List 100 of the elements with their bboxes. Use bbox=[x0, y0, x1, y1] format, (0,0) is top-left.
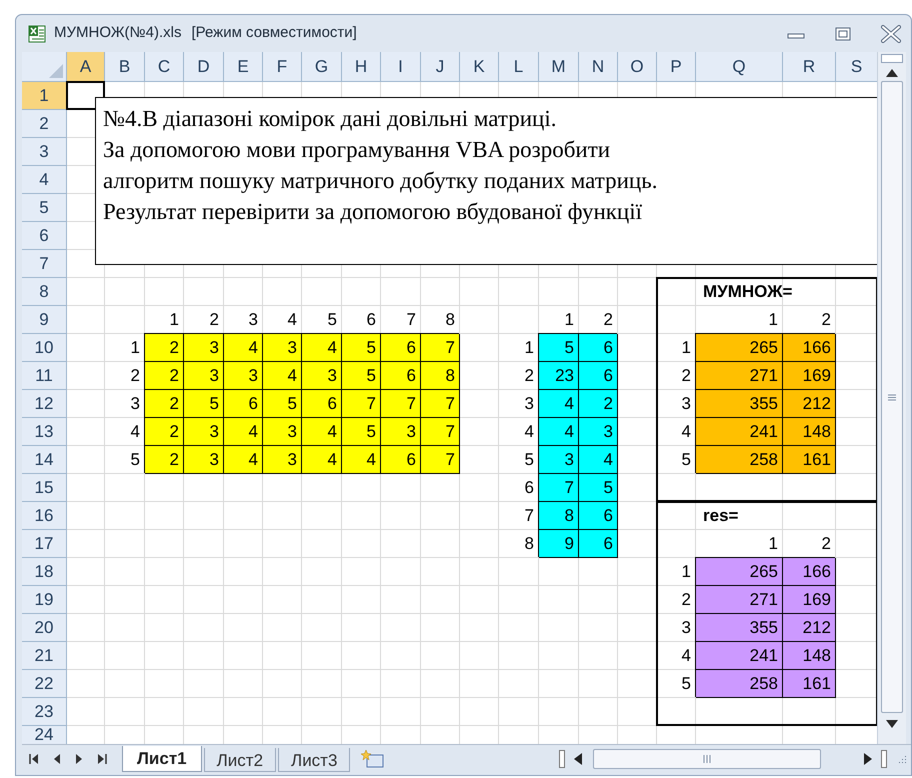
table-cell-text: 4 bbox=[680, 645, 692, 668]
row-header[interactable]: 4 bbox=[22, 166, 67, 194]
table-cell: 2 bbox=[579, 390, 618, 418]
row-header[interactable]: 11 bbox=[22, 362, 67, 390]
row-header[interactable]: 22 bbox=[22, 670, 67, 698]
table-cell: 3 bbox=[224, 362, 263, 390]
column-header[interactable]: M bbox=[539, 52, 579, 82]
row-header[interactable]: 9 bbox=[22, 306, 67, 334]
table-cell: 2 bbox=[145, 334, 184, 362]
row-header[interactable]: 17 bbox=[22, 530, 67, 558]
table-cell-text: 2 bbox=[680, 589, 692, 612]
column-header[interactable]: K bbox=[460, 52, 499, 82]
row-header[interactable]: 16 bbox=[22, 502, 67, 530]
column-header[interactable]: F bbox=[263, 52, 302, 82]
column-header[interactable]: G bbox=[302, 52, 342, 82]
table-cell-text: 1 bbox=[168, 309, 180, 332]
instruction-text: За допомогою мови програмування VBA розробити bbox=[103, 136, 610, 164]
table-cell: 161 bbox=[783, 446, 836, 474]
table-cell-text: 2 bbox=[680, 365, 692, 388]
table-cell: 169 bbox=[783, 362, 836, 390]
previous-sheet-icon[interactable] bbox=[52, 752, 62, 764]
row-header[interactable]: 3 bbox=[22, 138, 67, 166]
column-header[interactable]: N bbox=[579, 52, 618, 82]
row-header[interactable]: 10 bbox=[22, 334, 67, 362]
close-icon[interactable] bbox=[881, 24, 901, 42]
table-cell: 6 bbox=[579, 502, 618, 530]
table-cell: 5 bbox=[539, 334, 579, 362]
column-header[interactable]: D bbox=[184, 52, 224, 82]
table-cell-text: 1 bbox=[524, 337, 535, 360]
vertical-split-handle[interactable] bbox=[881, 750, 887, 768]
sheet-tab[interactable]: Лист1 bbox=[122, 746, 202, 772]
instruction-text: алгоритм пошуку матричного добутку поданих матриць. bbox=[103, 167, 658, 195]
table-cell: 8 bbox=[539, 502, 579, 530]
column-header[interactable]: A bbox=[67, 52, 105, 82]
table-cell-text: 1 bbox=[680, 561, 692, 584]
row-header[interactable]: 5 bbox=[22, 194, 67, 222]
table-cell: 3 bbox=[184, 334, 224, 362]
sheet-tab[interactable]: Лист3 bbox=[278, 748, 350, 772]
table-cell: 148 bbox=[783, 642, 836, 670]
table-cell: 148 bbox=[783, 418, 836, 446]
table-cell: 23 bbox=[539, 362, 579, 390]
column-header[interactable]: S bbox=[836, 52, 877, 82]
table-cell: 7 bbox=[381, 390, 421, 418]
first-sheet-icon[interactable] bbox=[28, 752, 40, 764]
table-cell: 4 bbox=[224, 446, 263, 474]
table-cell: 265 bbox=[696, 558, 783, 586]
column-header[interactable]: O bbox=[618, 52, 657, 82]
column-header[interactable]: H bbox=[342, 52, 381, 82]
column-header[interactable]: Q bbox=[696, 52, 783, 82]
row-header[interactable]: 23 bbox=[22, 698, 67, 726]
row-header[interactable]: 15 bbox=[22, 474, 67, 502]
table-cell-text: 1 bbox=[130, 337, 141, 360]
table-cell: 2 bbox=[145, 362, 184, 390]
scroll-right-icon[interactable] bbox=[863, 752, 873, 766]
row-header[interactable]: 2 bbox=[22, 110, 67, 138]
column-header[interactable]: C bbox=[145, 52, 184, 82]
table-cell: 6 bbox=[579, 334, 618, 362]
row-header[interactable]: 14 bbox=[22, 446, 67, 474]
horizontal-scrollbar-thumb[interactable] bbox=[593, 748, 821, 768]
resize-grip-icon[interactable] bbox=[897, 754, 907, 764]
split-box[interactable] bbox=[881, 54, 903, 63]
table-cell-text: 1 bbox=[768, 533, 779, 556]
row-header[interactable]: 13 bbox=[22, 418, 67, 446]
table-cell: 355 bbox=[696, 614, 783, 642]
row-header[interactable]: 24 bbox=[22, 726, 67, 744]
scroll-up-icon[interactable] bbox=[885, 68, 899, 78]
table-cell: 4 bbox=[224, 418, 263, 446]
table-cell: 7 bbox=[421, 446, 460, 474]
column-header[interactable]: E bbox=[224, 52, 263, 82]
last-sheet-icon[interactable] bbox=[96, 752, 108, 764]
column-header[interactable]: B bbox=[105, 52, 145, 82]
tab-split-handle[interactable] bbox=[559, 750, 565, 768]
row-header[interactable]: 18 bbox=[22, 558, 67, 586]
scroll-left-icon[interactable] bbox=[573, 752, 583, 766]
scrollbar-thumb[interactable] bbox=[881, 81, 903, 713]
maximize-icon[interactable] bbox=[835, 26, 851, 40]
row-header[interactable]: 12 bbox=[22, 390, 67, 418]
row-header[interactable]: 19 bbox=[22, 586, 67, 614]
table-cell: 5 bbox=[342, 418, 381, 446]
column-header[interactable]: L bbox=[499, 52, 539, 82]
row-header[interactable]: 8 bbox=[22, 278, 67, 306]
row-header[interactable]: 7 bbox=[22, 250, 67, 278]
column-header[interactable]: P bbox=[657, 52, 696, 82]
row-header[interactable]: 1 bbox=[22, 82, 67, 110]
column-header[interactable]: R bbox=[783, 52, 836, 82]
column-header[interactable]: J bbox=[421, 52, 460, 82]
row-header[interactable]: 21 bbox=[22, 642, 67, 670]
row-header[interactable]: 6 bbox=[22, 222, 67, 250]
row-header[interactable]: 20 bbox=[22, 614, 67, 642]
column-header[interactable]: I bbox=[381, 52, 421, 82]
scroll-down-icon[interactable] bbox=[885, 719, 899, 729]
vertical-scrollbar[interactable] bbox=[877, 52, 906, 744]
sheet-tab[interactable]: Лист2 bbox=[204, 748, 276, 772]
grip-icon bbox=[703, 754, 711, 764]
new-sheet-icon[interactable] bbox=[360, 748, 386, 768]
table-cell-text: 7 bbox=[406, 309, 417, 332]
next-sheet-icon[interactable] bbox=[74, 752, 84, 764]
table-cell: 8 bbox=[421, 362, 460, 390]
table-cell-text: 2 bbox=[820, 309, 832, 332]
table-cell: 5 bbox=[342, 334, 381, 362]
